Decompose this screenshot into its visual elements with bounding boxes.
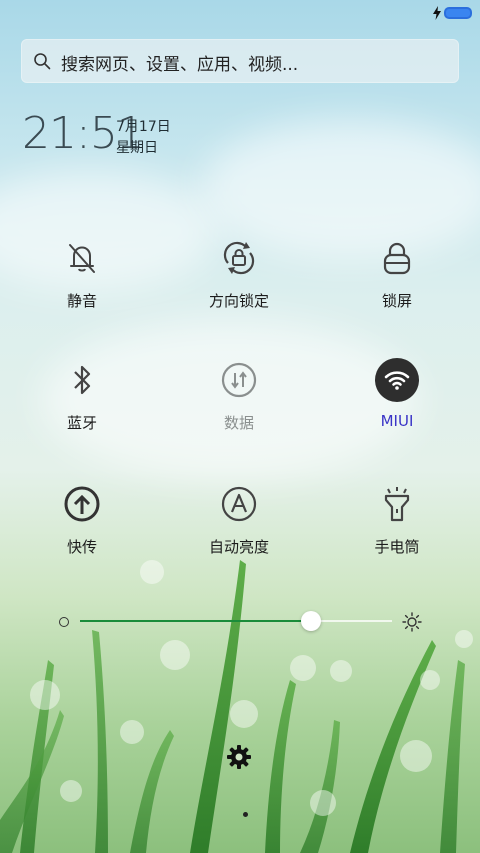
brightness-high-icon [402,612,422,632]
search-bar[interactable]: 搜索网页、设置、应用、视频... [21,39,459,83]
charging-bolt-icon [433,6,441,20]
clock-weekday: 星期日 [116,140,158,156]
toggle-auto-brightness[interactable]: 自动亮度 [179,482,299,572]
toggle-label: 手电筒 [374,538,420,556]
notification-shade: 搜索网页、设置、应用、视频... 21:51 7月17日 星期日 静音 方向锁定… [0,0,480,853]
gear-icon[interactable] [226,744,252,770]
toggle-rotation-lock[interactable]: 方向锁定 [179,236,299,326]
brightness-low-icon [59,617,69,627]
flashlight-icon [375,482,419,526]
toggle-label: MIUI [380,412,414,430]
brightness-fill [80,620,311,622]
toggle-label: 蓝牙 [66,414,97,432]
bokeh-dot [290,655,316,681]
toggle-label: 快传 [66,538,97,556]
toggle-mobile-data[interactable]: 数据 [179,358,299,448]
bell-off-icon [60,236,104,280]
search-icon [34,53,51,70]
battery-icon [444,7,472,19]
toggle-label: 自动亮度 [208,538,269,556]
clock-date: 7月17日 [116,119,171,135]
rotation-lock-icon [217,236,261,280]
status-bar [0,0,480,28]
toggle-label: 静音 [66,292,97,310]
search-placeholder: 搜索网页、设置、应用、视频... [61,55,299,75]
bokeh-dot [120,720,144,744]
bokeh-dot [455,630,473,648]
toggle-quick-transfer[interactable]: 快传 [22,482,142,572]
toggle-flashlight[interactable]: 手电筒 [337,482,457,572]
lock-icon [375,236,419,280]
toggle-label: 方向锁定 [208,292,269,310]
bokeh-dot [160,640,190,670]
toggle-bluetooth[interactable]: 蓝牙 [22,358,142,448]
toggle-label: 锁屏 [381,292,412,310]
bokeh-dot [60,780,82,802]
auto-brightness-icon [217,482,261,526]
bokeh-dot [140,560,164,584]
bluetooth-icon [60,358,104,402]
toggle-silent[interactable]: 静音 [22,236,142,326]
page-indicator-dot [243,812,248,817]
bokeh-dot [310,790,336,816]
bokeh-dot [420,670,440,690]
toggle-lock-screen[interactable]: 锁屏 [337,236,457,326]
brightness-slider[interactable] [56,608,426,636]
bokeh-dot [330,660,352,682]
bokeh-dot [30,680,60,710]
toggle-label: 数据 [223,414,254,432]
upload-icon [60,482,104,526]
toggle-wifi[interactable]: MIUI [337,358,457,448]
wifi-icon [375,358,419,402]
brightness-thumb[interactable] [300,611,321,631]
brightness-track[interactable] [80,611,392,631]
bokeh-dot [400,740,432,772]
bokeh-dot [230,700,258,728]
mobile-data-icon [217,358,261,402]
